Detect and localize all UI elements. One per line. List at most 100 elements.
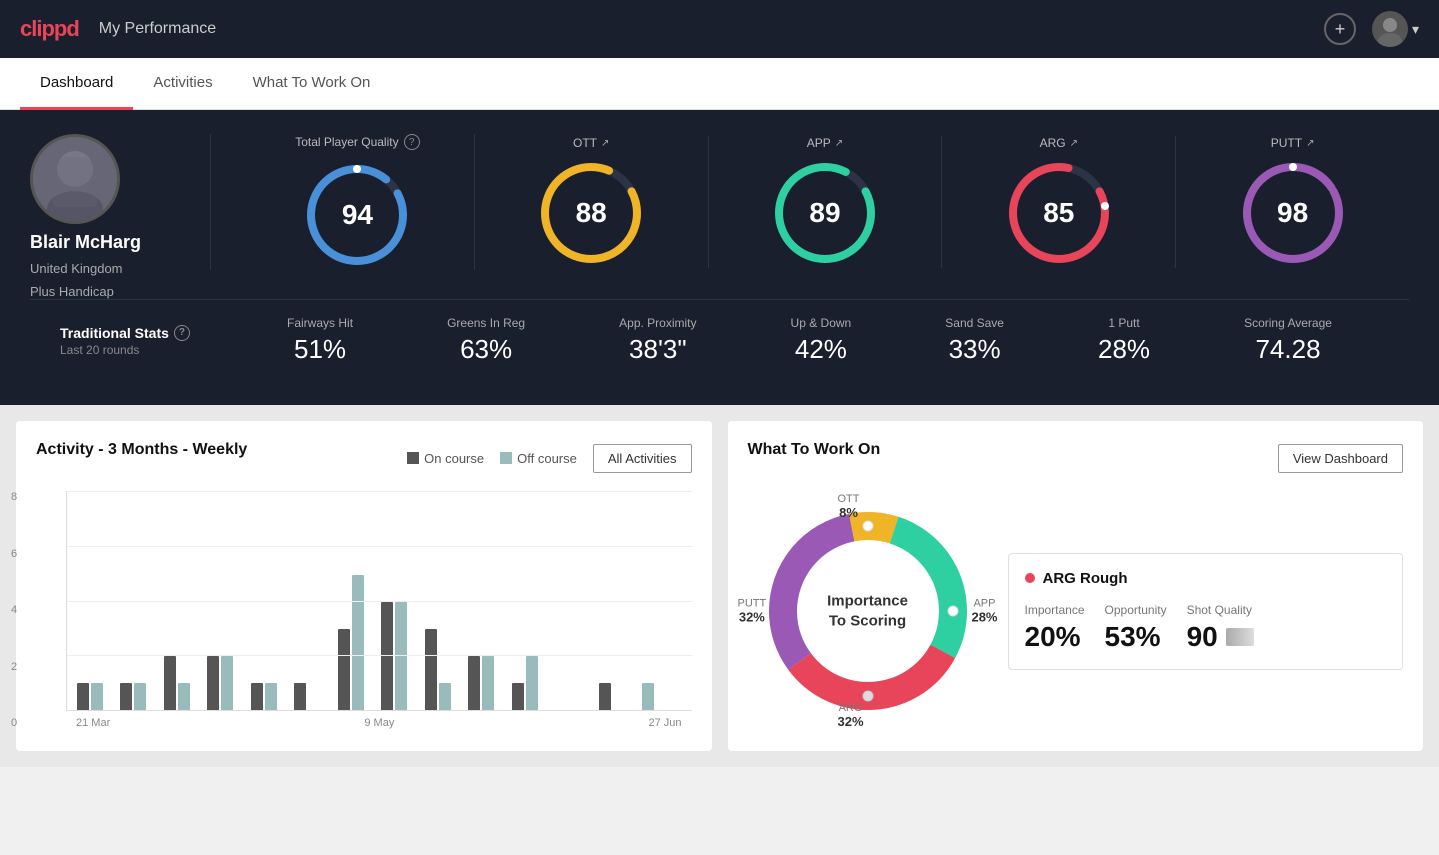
total-quality-score: 94 [342,199,373,231]
what-to-work-on-card: What To Work On View Dashboard [728,421,1424,751]
detail-metrics: Importance 20% Opportunity 53% Shot Qual… [1025,603,1387,653]
stat-scoring-label: Scoring Average [1244,316,1332,330]
ott-gauge: 88 [536,158,646,268]
stat-updown-label: Up & Down [791,316,852,330]
player-handicap: Plus Handicap [30,284,114,299]
traditional-stats: Traditional Stats ? Last 20 rounds Fairw… [30,299,1409,381]
player-country: United Kingdom [30,261,123,276]
bar-group-13 [599,683,638,710]
bar-on-2 [120,683,132,710]
bar-off-7 [352,575,364,710]
total-quality-label: Total Player Quality [295,135,398,149]
tab-what-to-work-on[interactable]: What To Work On [233,58,391,110]
donut-line2: To Scoring [827,611,908,631]
metric-shot-label: Shot Quality [1187,603,1254,617]
all-activities-button[interactable]: All Activities [593,444,692,473]
bar-group-9 [425,629,464,710]
user-menu-button[interactable]: ▾ [1372,11,1419,47]
bar-on-1 [77,683,89,710]
y-label-8: 8 [11,491,17,503]
metric-importance-value: 20% [1025,621,1085,653]
stat-1putt-label: 1 Putt [1108,316,1139,330]
bar-group-7 [338,575,377,710]
stat-greens-in-reg: Greens In Reg 63% [447,316,525,365]
y-label-0: 0 [11,717,17,729]
detail-card: ARG Rough Importance 20% Opportunity 53%… [1008,553,1404,670]
ott-donut-label: OTT 8% [838,493,860,520]
putt-gauge: 98 [1238,158,1348,268]
wtwo-header: What To Work On View Dashboard [748,441,1404,475]
bar-group-5 [251,683,290,710]
bar-on-5 [251,683,263,710]
ott-label: OTT ↗ [573,136,609,150]
wtwo-title: What To Work On [748,441,881,459]
logo: clippd [20,16,79,42]
bar-on-4 [207,656,219,710]
app-label: APP ↗ [807,136,843,150]
legend-off-course: Off course [500,451,577,466]
detail-dot [1025,573,1035,583]
bar-group-6 [294,683,333,710]
on-course-label: On course [424,451,484,466]
stat-updown-value: 42% [795,334,847,365]
chart-title: Activity - 3 Months - Weekly [36,441,247,459]
view-dashboard-button[interactable]: View Dashboard [1278,444,1403,473]
donut-chart: Importance To Scoring OTT 8% APP 28% ARG… [748,491,988,731]
info-icon[interactable]: ? [404,134,420,150]
stat-greens-label: Greens In Reg [447,316,525,330]
trad-stats-subtitle: Last 20 rounds [60,343,240,357]
stat-1-putt: 1 Putt 28% [1098,316,1150,365]
app-score: 89 [809,197,840,229]
x-label-may: 9 May [364,717,394,729]
bar-group-4 [207,656,246,710]
y-label-6: 6 [11,548,17,560]
trad-stats-info-icon[interactable]: ? [174,325,190,341]
stat-sand-value: 33% [949,334,1001,365]
detail-card-title: ARG Rough [1025,570,1387,587]
bar-on-7 [338,629,350,710]
y-axis-labels: 8 6 4 2 0 [11,491,17,729]
chart-header: Activity - 3 Months - Weekly On course O… [36,441,692,475]
bar-group-10 [468,656,507,710]
donut-line1: Importance [827,592,908,612]
activity-card: Activity - 3 Months - Weekly On course O… [16,421,712,751]
app-block: APP ↗ 89 [709,136,943,268]
nav-tabs: Dashboard Activities What To Work On [0,58,1439,110]
trad-stats-title: Traditional Stats [60,325,169,341]
stats-banner: Blair McHarg United Kingdom Plus Handica… [0,110,1439,405]
avatar [1372,11,1408,47]
bar-off-11 [526,656,538,710]
metric-importance: Importance 20% [1025,603,1085,653]
y-label-2: 2 [11,661,17,673]
stat-app-proximity: App. Proximity 38'3" [619,316,696,365]
stat-app-label: App. Proximity [619,316,696,330]
off-course-label: Off course [517,451,577,466]
bar-on-13 [599,683,611,710]
arg-trend-icon: ↗ [1070,138,1078,149]
wtwo-content: Importance To Scoring OTT 8% APP 28% ARG… [748,491,1404,731]
on-course-dot [407,452,419,464]
bar-on-6 [294,683,306,710]
x-label-jun: 27 Jun [648,717,681,729]
player-info: Blair McHarg United Kingdom Plus Handica… [30,134,210,299]
tab-dashboard[interactable]: Dashboard [20,58,133,110]
y-label-4: 4 [11,604,17,616]
ott-block: OTT ↗ 88 [475,136,709,268]
bar-off-5 [265,683,277,710]
add-button[interactable]: + [1324,13,1356,45]
bar-off-14 [642,683,654,710]
metric-shot-quality: Shot Quality 90 [1187,603,1254,653]
header-right: + ▾ [1324,11,1419,47]
arg-block: ARG ↗ 85 [942,136,1176,268]
tab-activities[interactable]: Activities [133,58,232,110]
header-left: clippd My Performance [20,16,216,42]
metric-importance-label: Importance [1025,603,1085,617]
bar-group-3 [164,656,203,710]
stats-banner-top: Blair McHarg United Kingdom Plus Handica… [30,134,1409,299]
bar-on-10 [468,656,480,710]
bar-off-3 [178,683,190,710]
chart-legend: On course Off course [407,451,577,466]
arg-donut-label: ARG 32% [838,702,864,729]
total-quality-block: Total Player Quality ? 94 [241,134,475,270]
stat-greens-value: 63% [460,334,512,365]
